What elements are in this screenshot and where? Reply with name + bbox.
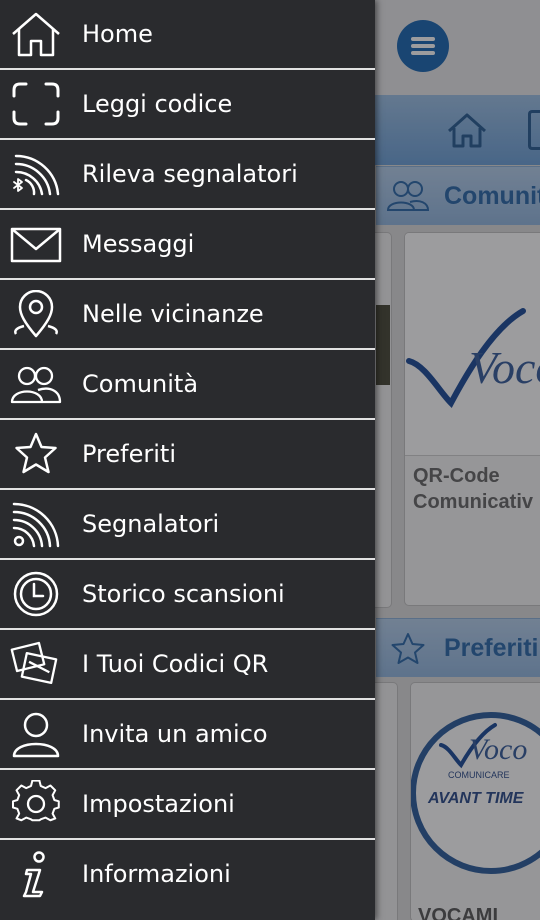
drawer-item-label: Invita un amico	[82, 720, 268, 748]
rss-icon	[10, 500, 62, 548]
navigation-drawer: Home Leggi codice Rileva segnalatori Mes…	[0, 0, 375, 920]
drawer-item-label: Leggi codice	[82, 90, 233, 118]
drawer-item-label: Messaggi	[82, 230, 195, 258]
drawer-item-info[interactable]: Informazioni	[0, 840, 375, 908]
drawer-item-label: Storico scansioni	[82, 580, 285, 608]
drawer-item-label: I Tuoi Codici QR	[82, 650, 269, 678]
star-icon	[10, 430, 62, 478]
scan-frame-icon	[10, 80, 62, 128]
home-icon	[10, 10, 62, 58]
drawer-item-label: Informazioni	[82, 860, 231, 888]
cards-icon	[10, 640, 62, 688]
drawer-item-settings[interactable]: Impostazioni	[0, 770, 375, 840]
drawer-item-your-qr-codes[interactable]: I Tuoi Codici QR	[0, 630, 375, 700]
drawer-item-label: Nelle vicinanze	[82, 300, 264, 328]
location-pin-icon	[10, 290, 62, 338]
gear-icon	[10, 780, 62, 828]
drawer-item-beacons[interactable]: Segnalatori	[0, 490, 375, 560]
drawer-item-detect-beacons[interactable]: Rileva segnalatori	[0, 140, 375, 210]
drawer-item-label: Preferiti	[82, 440, 176, 468]
drawer-item-community[interactable]: Comunità	[0, 350, 375, 420]
clock-icon	[10, 570, 62, 618]
user-icon	[10, 710, 62, 758]
drawer-item-label: Impostazioni	[82, 790, 235, 818]
drawer-item-favorites[interactable]: Preferiti	[0, 420, 375, 490]
drawer-item-messages[interactable]: Messaggi	[0, 210, 375, 280]
info-icon	[10, 850, 62, 898]
drawer-item-home[interactable]: Home	[0, 0, 375, 70]
drawer-item-label: Rileva segnalatori	[82, 160, 298, 188]
drawer-item-label: Home	[82, 20, 153, 48]
drawer-item-scan-code[interactable]: Leggi codice	[0, 70, 375, 140]
envelope-icon	[10, 220, 62, 268]
drawer-item-invite-friend[interactable]: Invita un amico	[0, 700, 375, 770]
users-icon	[10, 360, 62, 408]
drawer-item-nearby[interactable]: Nelle vicinanze	[0, 280, 375, 350]
drawer-item-label: Comunità	[82, 370, 199, 398]
bluetooth-beacon-icon	[10, 150, 62, 198]
drawer-item-scan-history[interactable]: Storico scansioni	[0, 560, 375, 630]
drawer-item-label: Segnalatori	[82, 510, 220, 538]
